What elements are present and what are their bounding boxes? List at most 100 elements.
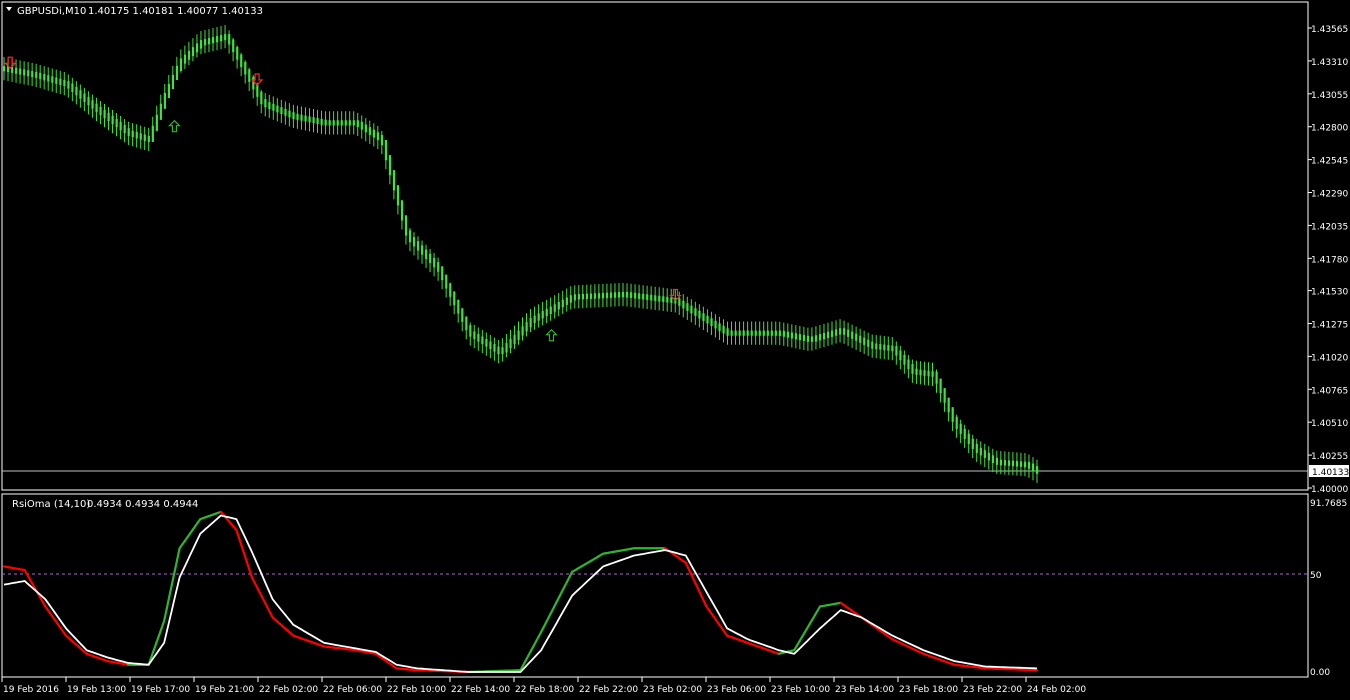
candle-body — [417, 241, 420, 251]
candle-body — [493, 344, 496, 352]
candle-body — [171, 74, 175, 90]
candle-body — [75, 86, 78, 96]
candle-body — [372, 129, 375, 138]
candle-body — [746, 330, 749, 336]
candle-body — [859, 335, 862, 343]
candle-body — [947, 397, 950, 413]
candle-body — [248, 69, 251, 82]
candle-body — [975, 443, 978, 453]
candle-body — [1019, 461, 1023, 467]
candle-body — [429, 253, 432, 264]
candle-body — [1023, 461, 1027, 468]
candle-body — [670, 297, 673, 303]
candle-body — [280, 107, 283, 115]
candle-body — [199, 40, 203, 49]
chart-background — [0, 0, 1350, 700]
time-tick-label: 19 Feb 21:00 — [195, 685, 254, 695]
candle-body — [630, 292, 633, 298]
candle-body — [244, 61, 247, 75]
time-tick-label: 23 Feb 18:00 — [899, 685, 958, 695]
candle-body — [404, 215, 408, 236]
candle-body — [308, 116, 311, 123]
candle-body — [99, 106, 102, 116]
candle-body — [585, 293, 589, 300]
candle-body — [469, 325, 472, 337]
candle-body — [915, 368, 918, 375]
candle-body — [517, 330, 520, 340]
candle-body — [163, 92, 166, 109]
price-tick-label: 1.41275 — [1311, 320, 1348, 330]
candle-body — [477, 333, 480, 342]
price-tick-label: 1.42545 — [1311, 157, 1348, 167]
candle-body — [879, 344, 882, 350]
candle-body — [127, 128, 130, 136]
candle-body — [955, 416, 958, 429]
candle-body — [336, 120, 339, 126]
candle-body — [505, 343, 508, 353]
candle-body — [115, 119, 118, 128]
candle-body — [103, 109, 106, 119]
candle-body — [147, 135, 150, 142]
candle-body — [778, 330, 781, 336]
candle-body — [754, 330, 757, 336]
candle-body — [51, 76, 54, 83]
candle-body — [951, 407, 954, 422]
candle-body — [360, 121, 363, 130]
candle-body — [963, 428, 966, 439]
candle-body — [107, 112, 110, 122]
candle-body — [734, 330, 737, 336]
indicator-values: 0.4934 0.4934 0.4944 — [87, 499, 198, 510]
price-tick-label: 1.40000 — [1311, 485, 1348, 495]
candle-body — [441, 266, 444, 281]
candle-body — [851, 331, 854, 339]
candle-body — [232, 39, 235, 53]
candle-body — [867, 339, 870, 347]
candle-body — [601, 292, 605, 299]
candle-body — [521, 326, 524, 336]
candle-body — [388, 155, 392, 176]
candle-body — [939, 378, 942, 394]
candle-body — [304, 115, 307, 122]
candle-body — [826, 331, 830, 339]
candle-body — [706, 315, 709, 324]
price-tick-label: 1.43310 — [1311, 58, 1348, 68]
candle-body — [3, 66, 6, 72]
time-tick-label: 23 Feb 14:00 — [835, 685, 894, 695]
candle-body — [609, 292, 613, 298]
candle-body — [175, 65, 179, 81]
time-tick-label: 23 Feb 06:00 — [707, 685, 766, 695]
candle-body — [995, 457, 999, 465]
candle-body — [15, 67, 18, 74]
price-tick-label: 1.41020 — [1311, 353, 1348, 363]
candle-body — [658, 295, 661, 302]
candle-body — [67, 81, 70, 89]
candle-body — [485, 338, 488, 347]
candle-body — [31, 71, 34, 78]
candle-body — [292, 112, 295, 120]
candle-body — [284, 108, 287, 116]
time-tick-label: 24 Feb 02:00 — [1027, 685, 1086, 695]
candle-body — [569, 295, 572, 303]
candle-body — [27, 70, 30, 77]
candle-body — [702, 313, 705, 321]
time-tick-label: 22 Feb 14:00 — [451, 685, 510, 695]
candle-body — [927, 370, 930, 377]
candle-body — [638, 293, 641, 299]
candle-body — [686, 303, 689, 311]
candle-body — [119, 122, 122, 131]
candle-body — [646, 294, 649, 300]
candle-body — [895, 346, 898, 356]
candle-body — [577, 294, 580, 300]
candle-body — [461, 308, 464, 322]
candle-body — [59, 78, 62, 86]
candle-body — [384, 139, 388, 161]
rsi-axis-top: 91.7685 — [1310, 499, 1347, 509]
candle-body — [368, 127, 371, 135]
price-tick-label: 1.40255 — [1311, 452, 1348, 462]
candle-body — [907, 359, 910, 370]
indicator-title: RsiOma (14,10) — [12, 499, 90, 510]
candle-body — [883, 344, 886, 351]
candle-body — [95, 103, 98, 113]
candle-body — [433, 257, 436, 268]
candle-body — [457, 300, 460, 314]
